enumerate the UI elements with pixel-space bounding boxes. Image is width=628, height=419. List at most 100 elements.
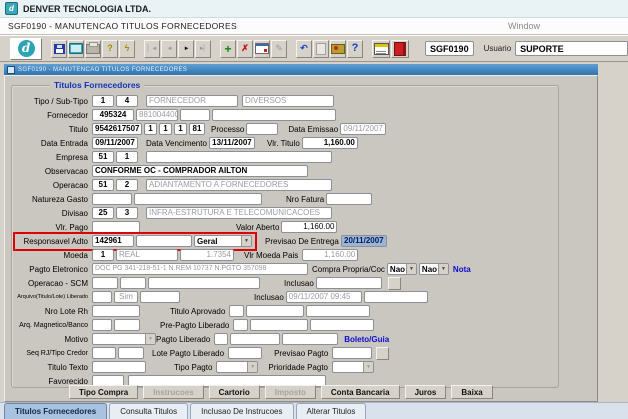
row-observacao: Observacao CONFORME OC - COMPRADOR AILTO… <box>16 165 558 177</box>
titulo-parte3-field[interactable]: 1 <box>174 123 187 135</box>
cartorio-button[interactable]: Cartorio <box>209 385 260 399</box>
window-menu[interactable]: Window <box>508 21 540 31</box>
previsao-pagto-field[interactable] <box>332 347 372 359</box>
compra-coc-combo[interactable]: Nao ▼ <box>419 263 449 275</box>
natureza-gasto-desc-field[interactable] <box>134 193 262 205</box>
responsavel-tipo-combo[interactable]: Geral ▼ <box>194 235 252 247</box>
titulo-parte1-field[interactable]: 1 <box>144 123 157 135</box>
arq-magnetico-field[interactable] <box>92 319 112 331</box>
seq-rj-field[interactable] <box>92 347 116 359</box>
titulo-texto-field[interactable] <box>92 361 146 373</box>
browse-button[interactable] <box>388 277 401 290</box>
delete-record-button[interactable]: ✗ <box>237 40 253 58</box>
first-record-button[interactable]: ▏◄ <box>144 40 160 58</box>
nro-fatura-field[interactable] <box>326 193 372 205</box>
observacao-field[interactable]: CONFORME OC - COMPRADOR AILTON <box>92 165 308 177</box>
tab-consulta-titulos[interactable]: Consulta Titulos <box>109 403 188 419</box>
tab-inclusao-de-instrucoes[interactable]: Inclusao De Instrucoes <box>190 403 293 419</box>
previsao-entrega-field[interactable]: 20/11/2007 <box>341 235 387 247</box>
fornecedor-nome-field[interactable] <box>212 109 336 121</box>
nro-lote-rh-label: Nro Lote Rh <box>16 307 90 316</box>
clipboard-button[interactable] <box>313 40 329 58</box>
fornecedor-field[interactable]: 495324 <box>92 109 134 121</box>
natureza-gasto-field[interactable] <box>92 193 132 205</box>
user-field[interactable]: SUPORTE <box>515 41 628 56</box>
nro-lote-rh-field[interactable] <box>92 305 140 317</box>
wand-button[interactable]: ϟ <box>119 40 135 58</box>
compra-propria-combo[interactable]: Nao ▼ <box>387 263 417 275</box>
titulo-aprovado-field2[interactable] <box>306 305 370 317</box>
operacao-label: Operacao <box>16 181 90 190</box>
processo-field[interactable] <box>246 123 278 135</box>
tipo-pagto-combo[interactable]: ▼ <box>216 361 258 373</box>
screen-button[interactable] <box>68 40 84 58</box>
tipo-credor-field[interactable] <box>118 347 144 359</box>
divisao-field[interactable]: 25 <box>92 207 114 219</box>
pagto-liberado-field1[interactable] <box>230 333 280 345</box>
program-code-field[interactable]: SGF0190 <box>425 41 474 56</box>
data-entrada-field[interactable]: 09/11/2007 <box>92 137 138 149</box>
pagto-liberado-flag-field[interactable] <box>214 333 228 345</box>
lote-pagto-field[interactable] <box>228 347 262 359</box>
titulo-parte2-field[interactable]: 1 <box>159 123 172 135</box>
row-fornecedor: Fornecedor 495324 8810044000195 <box>16 109 558 121</box>
empresa-field[interactable]: 51 <box>92 151 114 163</box>
conta-bancaria-button[interactable]: Conta Bancaria <box>321 385 400 399</box>
pre-pagto-flag-field[interactable] <box>233 319 248 331</box>
baixa-button[interactable]: Baixa <box>451 385 492 399</box>
tab-alterar-titulos[interactable]: Alterar Titulos <box>296 403 367 419</box>
help-topic-button[interactable]: ? <box>102 40 118 58</box>
motivo-combo[interactable]: ▼ <box>92 333 156 345</box>
responsavel-adto-field[interactable]: 142961 <box>92 235 134 247</box>
print-button[interactable] <box>85 40 101 58</box>
titulo-aprovado-flag-field[interactable] <box>229 305 244 317</box>
tipo-field[interactable]: 1 <box>92 95 114 107</box>
tab-titulos-fornecedores[interactable]: Titulos Fornecedores <box>4 403 107 419</box>
empresa-filial-field[interactable]: 1 <box>116 151 138 163</box>
tipo-compra-button[interactable]: Tipo Compra <box>69 385 138 399</box>
help-button[interactable]: ? <box>347 40 363 58</box>
titulo-numero-field[interactable]: 9542617507 <box>92 123 142 135</box>
subtipo-field[interactable]: 4 <box>116 95 138 107</box>
menu-button[interactable] <box>372 40 390 58</box>
nota-link[interactable]: Nota <box>453 265 471 274</box>
arq-banco-field[interactable] <box>114 319 140 331</box>
save-button[interactable] <box>51 40 67 58</box>
next-record-button[interactable]: ► <box>178 40 194 58</box>
responsavel-nome-field[interactable] <box>136 235 192 247</box>
arquivo-liberado-field[interactable] <box>92 291 112 303</box>
moeda-field[interactable]: 1 <box>92 249 114 261</box>
inclusao-scm-field[interactable] <box>316 277 382 289</box>
operacao-scm-field2[interactable] <box>120 277 146 289</box>
insert-record-button[interactable]: + <box>220 40 236 58</box>
pagto-liberado-field2[interactable] <box>282 333 338 345</box>
pre-pagto-field1[interactable] <box>250 319 308 331</box>
operacao-field[interactable]: 51 <box>92 179 114 191</box>
empresa-desc-field[interactable] <box>146 151 332 163</box>
last-record-button[interactable]: ►▏ <box>195 40 211 58</box>
exit-button[interactable] <box>391 40 409 58</box>
data-vencimento-field[interactable]: 13/11/2007 <box>209 137 255 149</box>
fornecedor-extra-field[interactable] <box>180 109 210 121</box>
execute-query-button[interactable] <box>254 40 270 58</box>
inclusao-extra-field[interactable] <box>364 291 428 303</box>
boleto-guia-link[interactable]: Boleto/Guia <box>344 335 389 344</box>
form-panel: Titulos Fornecedores Tipo / Sub-Tipo 1 4… <box>4 75 598 402</box>
juros-button[interactable]: Juros <box>405 385 447 399</box>
pre-pagto-field2[interactable] <box>310 319 374 331</box>
prioridade-pagto-combo[interactable]: ▼ <box>332 361 374 373</box>
vlr-titulo-field[interactable]: 1,160.00 <box>302 137 358 149</box>
arquivo-lote-field[interactable] <box>140 291 180 303</box>
undo-button[interactable]: ↶ <box>296 40 312 58</box>
divisao-sub-field[interactable]: 3 <box>116 207 138 219</box>
display-error-button[interactable] <box>330 40 346 58</box>
operacao-scm-field1[interactable] <box>92 277 118 289</box>
enter-query-button[interactable]: ✎ <box>271 40 287 58</box>
operacao-sub-field[interactable]: 2 <box>116 179 138 191</box>
denver-logo-button[interactable]: d <box>10 38 42 60</box>
titulo-aprovado-field1[interactable] <box>246 305 304 317</box>
browse-button-2[interactable] <box>376 347 389 360</box>
operacao-scm-desc-field[interactable] <box>148 277 260 289</box>
previous-record-button[interactable]: ◄ <box>161 40 177 58</box>
titulo-parte4-field[interactable]: 81 <box>189 123 205 135</box>
